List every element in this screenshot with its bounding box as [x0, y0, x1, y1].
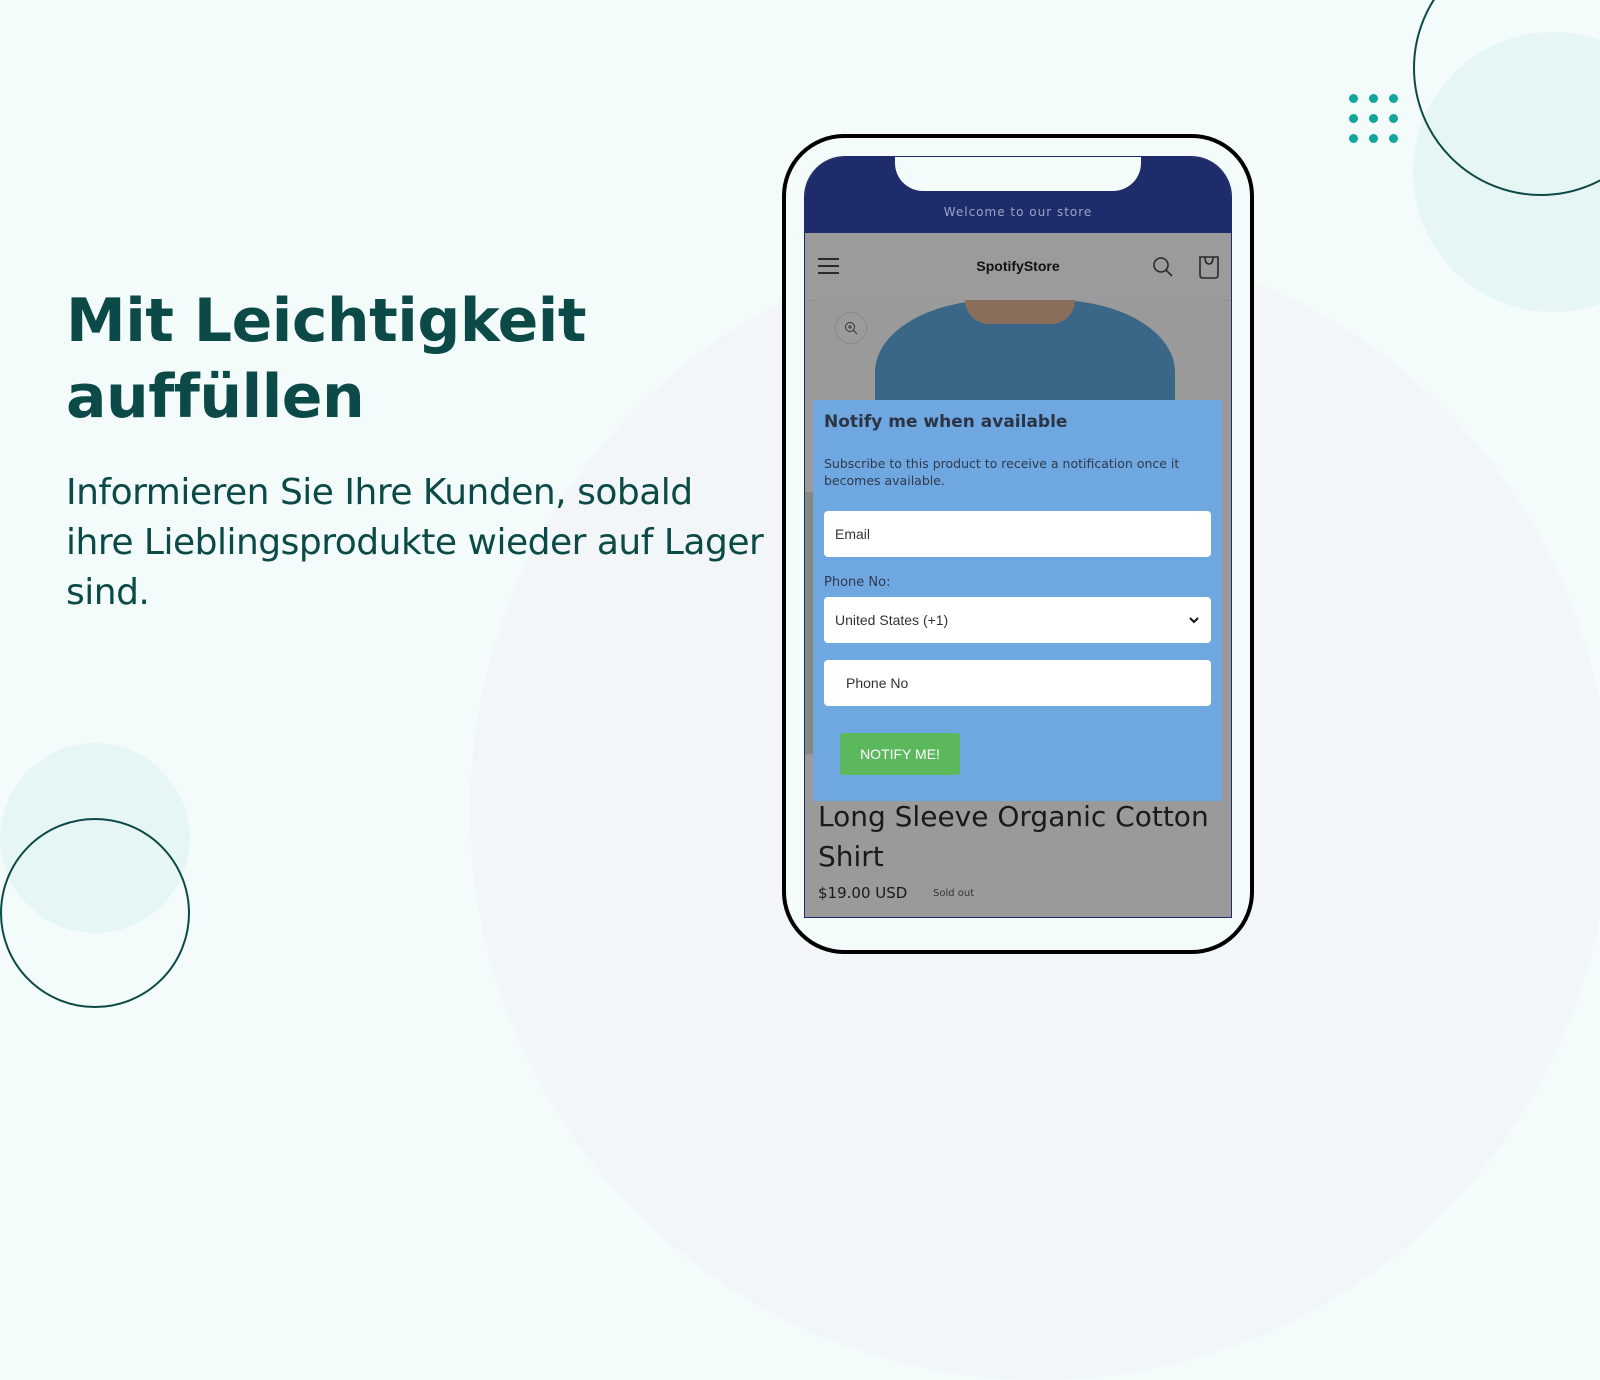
- phone-notch: [895, 157, 1141, 191]
- email-placeholder: Email: [835, 526, 871, 542]
- notify-modal: Notify me when available Subscribe to th…: [813, 400, 1222, 801]
- phone-input[interactable]: Phone No: [824, 660, 1211, 706]
- zoom-in-icon: [845, 322, 858, 335]
- store-header: SpotifyStore: [805, 233, 1231, 301]
- thumbnail-strip: [805, 492, 813, 754]
- country-selected: United States (+1): [835, 612, 949, 628]
- phone-screen: Welcome to our store SpotifyStore Notify…: [805, 157, 1231, 917]
- phone-label: Phone No:: [824, 575, 891, 590]
- country-select[interactable]: United States (+1): [824, 597, 1211, 643]
- phone-placeholder: Phone No: [846, 675, 909, 691]
- sold-out-badge: Sold out: [933, 888, 975, 899]
- product-title: Long Sleeve Organic Cotton Shirt: [818, 800, 1209, 873]
- decor-ring-bottom-left: [0, 818, 190, 1008]
- search-icon[interactable]: [1151, 255, 1175, 279]
- decor-dot-grid: [1349, 94, 1398, 143]
- email-input[interactable]: Email: [824, 511, 1211, 557]
- chevron-down-icon: [1189, 617, 1199, 624]
- notify-me-button[interactable]: NOTIFY ME!: [840, 733, 960, 775]
- product-price: $19.00 USD: [818, 884, 908, 902]
- announcement-text: Welcome to our store: [943, 205, 1093, 219]
- hero-headline: Mit Leichtigkeit auffüllen: [66, 286, 587, 432]
- modal-description: Subscribe to this product to receive a n…: [824, 456, 1180, 488]
- hero-subtext: Informieren Sie Ihre Kunden, sobald ihre…: [66, 472, 764, 613]
- cart-icon[interactable]: [1197, 254, 1221, 280]
- modal-title: Notify me when available: [824, 412, 1068, 432]
- zoom-button[interactable]: [835, 312, 867, 344]
- neck-graphic: [965, 300, 1075, 324]
